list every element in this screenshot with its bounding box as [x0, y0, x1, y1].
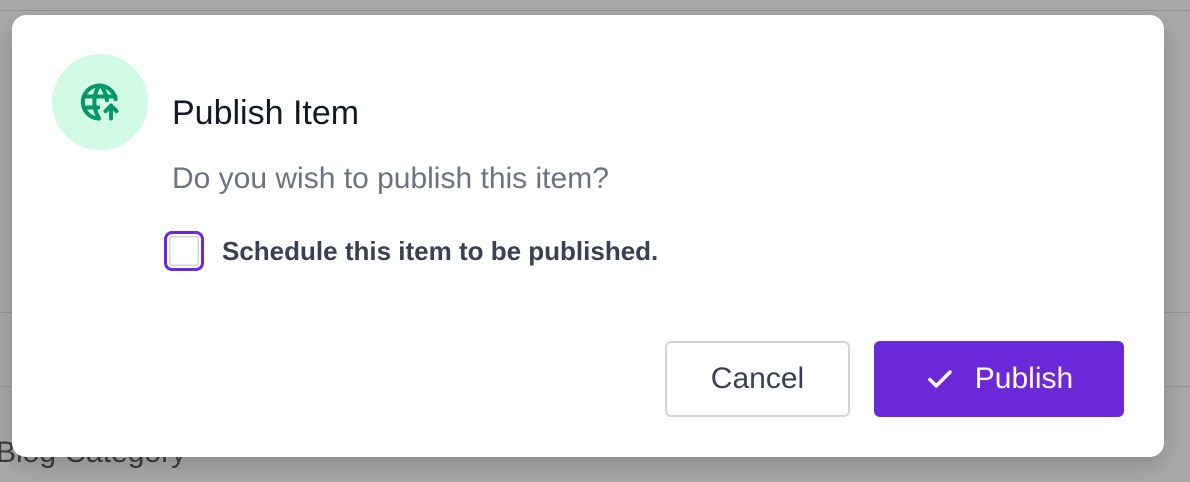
publish-item-dialog: Publish Item Do you wish to publish this… [12, 15, 1164, 457]
schedule-checkbox-label[interactable]: Schedule this item to be published. [222, 236, 658, 267]
cancel-button-label: Cancel [710, 362, 805, 395]
check-icon [925, 364, 955, 394]
publish-button[interactable]: Publish [874, 341, 1124, 417]
background-divider [0, 10, 1190, 11]
schedule-checkbox[interactable] [164, 231, 204, 271]
dialog-message: Do you wish to publish this item? [172, 162, 609, 195]
schedule-checkbox-row[interactable]: Schedule this item to be published. [164, 231, 658, 271]
globe-upload-icon [52, 54, 148, 150]
dialog-title: Publish Item [172, 94, 360, 132]
cancel-button[interactable]: Cancel [665, 341, 850, 417]
publish-button-label: Publish [974, 362, 1074, 395]
